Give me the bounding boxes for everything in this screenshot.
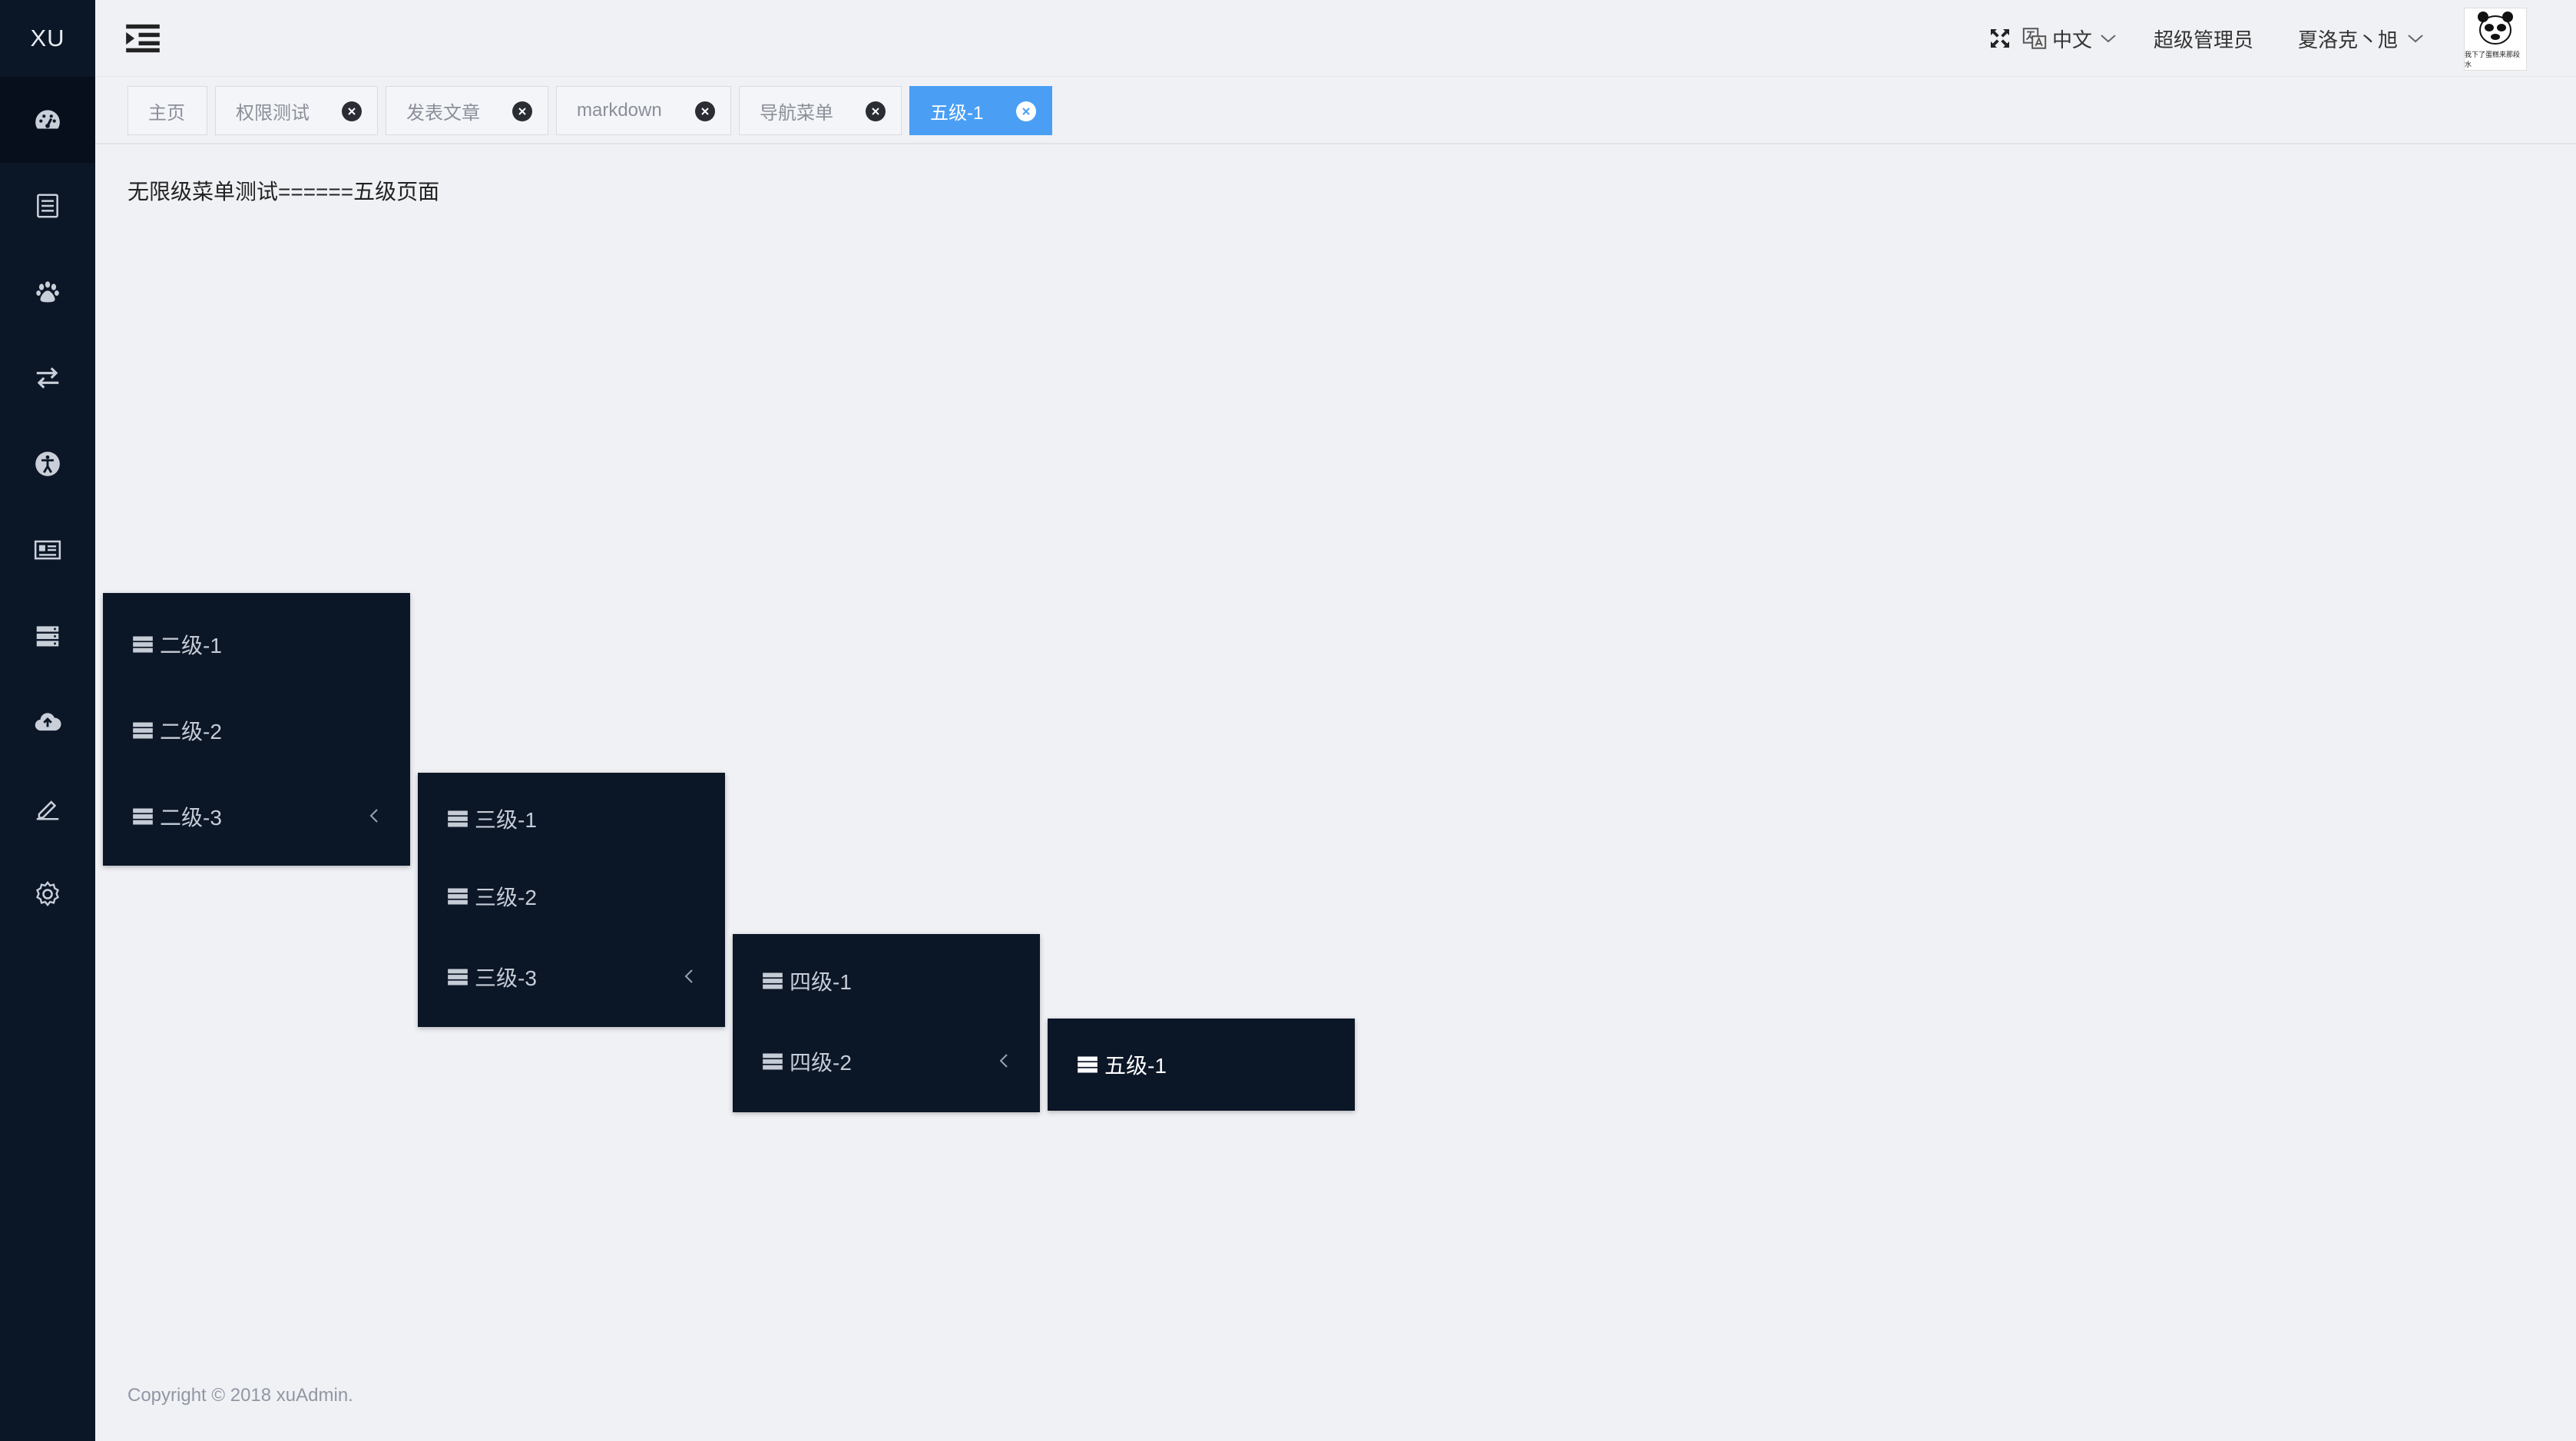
menu-item-label: 二级-1 bbox=[160, 634, 222, 658]
page-content-text: 无限级菜单测试======五级页面 bbox=[127, 180, 440, 204]
accessibility-icon bbox=[35, 452, 60, 476]
tab-label: markdown bbox=[577, 100, 662, 121]
menu-item-level2-1[interactable]: 二级-1 bbox=[103, 606, 410, 683]
cloud-upload-icon bbox=[35, 713, 61, 731]
menu-item-label: 五级-1 bbox=[1104, 1054, 1167, 1078]
close-tab-icon[interactable] bbox=[342, 101, 362, 121]
menu-item-label: 三级-1 bbox=[475, 808, 537, 832]
app-logo[interactable]: XU bbox=[0, 0, 95, 77]
chevron-left-icon bbox=[684, 969, 693, 983]
server-icon bbox=[448, 969, 468, 986]
news-icon bbox=[34, 540, 61, 560]
menu-item-label: 三级-3 bbox=[475, 966, 537, 990]
tab-label: 五级-1 bbox=[930, 102, 984, 124]
sidebar-item-paw[interactable] bbox=[0, 249, 95, 335]
server-icon bbox=[448, 888, 468, 905]
paw-icon bbox=[36, 281, 59, 303]
menu-item-label: 二级-2 bbox=[160, 720, 222, 744]
sidebar-item-swap[interactable] bbox=[0, 335, 95, 421]
role-text: 超级管理员 bbox=[2153, 28, 2253, 51]
chevron-down-icon bbox=[2408, 35, 2423, 43]
user-dropdown[interactable]: 夏洛克丶旭 bbox=[2298, 0, 2424, 77]
language-dropdown[interactable]: 中文 bbox=[2021, 0, 2117, 77]
swap-icon bbox=[36, 367, 59, 389]
sidebar: XU bbox=[0, 0, 95, 1441]
dashboard-icon bbox=[35, 110, 60, 129]
menu-item-label: 四级-1 bbox=[790, 970, 852, 994]
close-tab-icon[interactable] bbox=[512, 101, 532, 121]
panda-meme-icon bbox=[2478, 12, 2513, 45]
settings-icon bbox=[36, 881, 59, 906]
avatar[interactable]: 我下了蛋糕来那段水 bbox=[2464, 8, 2527, 71]
fullscreen-button[interactable] bbox=[1988, 0, 2012, 77]
server-icon bbox=[1078, 1056, 1098, 1073]
edit-icon bbox=[36, 800, 59, 820]
menu-item-level2-2[interactable]: 二级-2 bbox=[103, 692, 410, 769]
tab-permission-test[interactable]: 权限测试 bbox=[215, 86, 378, 135]
tab-home[interactable]: 主页 bbox=[127, 86, 207, 135]
menu-item-label: 三级-2 bbox=[475, 886, 537, 909]
menu-item-label: 四级-2 bbox=[790, 1051, 852, 1075]
translate-icon bbox=[2022, 28, 2047, 49]
tab-level5-1[interactable]: 五级-1 bbox=[909, 86, 1052, 135]
username-label: 夏洛克丶旭 bbox=[2297, 28, 2398, 51]
submenu-level3: 三级-1 三级-2 三级-3 bbox=[418, 773, 725, 1027]
sidebar-item-news[interactable] bbox=[0, 507, 95, 593]
tab-navigation-menu[interactable]: 导航菜单 bbox=[739, 86, 902, 135]
tab-publish-article[interactable]: 发表文章 bbox=[386, 86, 548, 135]
footer-copyright: Copyright © 2018 xuAdmin. bbox=[127, 1385, 353, 1406]
server-icon bbox=[36, 626, 59, 647]
server-icon bbox=[133, 636, 153, 653]
chevron-down-icon bbox=[2101, 35, 2116, 43]
menu-item-level3-3[interactable]: 三级-3 bbox=[418, 939, 725, 1015]
close-tab-icon[interactable] bbox=[1016, 101, 1036, 121]
server-icon bbox=[763, 1053, 783, 1070]
menu-item-level3-2[interactable]: 三级-2 bbox=[418, 858, 725, 935]
tab-label: 发表文章 bbox=[406, 102, 480, 124]
tab-bar: 主页 权限测试 发表文章 markdown 导航菜单 五级-1 bbox=[95, 77, 2576, 144]
tab-label: 主页 bbox=[148, 102, 185, 124]
sidebar-item-accessibility[interactable] bbox=[0, 421, 95, 507]
avatar-caption: 我下了蛋糕来那段水 bbox=[2465, 51, 2521, 68]
chevron-left-icon bbox=[369, 809, 378, 823]
sidebar-item-document[interactable] bbox=[0, 163, 95, 249]
server-icon bbox=[448, 810, 468, 827]
sidebar-item-edit[interactable] bbox=[0, 765, 95, 851]
menu-item-level2-3[interactable]: 二级-3 bbox=[103, 778, 410, 855]
menu-item-level4-1[interactable]: 四级-1 bbox=[733, 942, 1040, 1019]
submenu-level4: 四级-1 四级-2 bbox=[733, 934, 1040, 1112]
sidebar-item-settings[interactable] bbox=[0, 851, 95, 937]
tab-label: 权限测试 bbox=[236, 102, 310, 124]
tab-markdown[interactable]: markdown bbox=[556, 86, 731, 135]
menu-item-level3-1[interactable]: 三级-1 bbox=[418, 780, 725, 857]
language-label: 中文 bbox=[2051, 28, 2092, 51]
chevron-left-icon bbox=[999, 1054, 1008, 1068]
sidebar-item-dashboard[interactable] bbox=[0, 77, 95, 163]
role-label: 超级管理员 bbox=[2154, 0, 2253, 77]
close-tab-icon[interactable] bbox=[695, 101, 715, 121]
submenu-level2: 二级-1 二级-2 二级-3 bbox=[103, 593, 410, 866]
server-icon bbox=[133, 808, 153, 825]
top-header: 中文 超级管理员 夏洛克丶旭 我下了蛋糕来那段水 bbox=[95, 0, 2576, 77]
sidebar-item-server[interactable] bbox=[0, 593, 95, 679]
server-icon bbox=[133, 722, 153, 739]
sidebar-item-cloud-upload[interactable] bbox=[0, 679, 95, 765]
tab-label: 导航菜单 bbox=[760, 102, 833, 124]
menu-toggle-icon[interactable] bbox=[126, 23, 160, 54]
server-icon bbox=[763, 972, 783, 989]
document-icon bbox=[37, 194, 58, 218]
menu-item-level4-2[interactable]: 四级-2 bbox=[733, 1023, 1040, 1100]
menu-item-label: 二级-3 bbox=[160, 806, 222, 830]
close-tab-icon[interactable] bbox=[866, 101, 886, 121]
menu-item-level5-1[interactable]: 五级-1 bbox=[1048, 1026, 1355, 1103]
fullscreen-icon bbox=[1991, 29, 2009, 48]
submenu-level5: 五级-1 bbox=[1048, 1019, 1355, 1111]
header-actions: 中文 超级管理员 夏洛克丶旭 我下了蛋糕来那段水 bbox=[1885, 0, 2576, 77]
